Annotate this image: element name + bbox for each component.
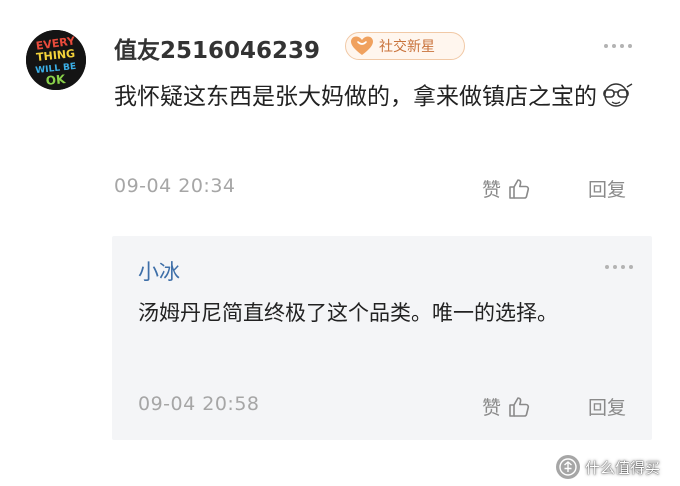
thumbs-up-icon: [509, 178, 530, 199]
avatar-line-4: OK: [45, 72, 67, 88]
avatar-image: EVERY THING WILL BE OK: [26, 30, 86, 90]
reply-reply-button[interactable]: 回复: [588, 393, 626, 420]
watermark-text: 什么值得买: [585, 458, 661, 477]
comment-more-icon[interactable]: [604, 44, 632, 48]
comment-reply-button[interactable]: 回复: [588, 175, 626, 202]
reply-like-button[interactable]: 赞: [482, 393, 531, 420]
badge-label: 社交新星: [379, 39, 435, 55]
thumbs-up-icon: [509, 396, 530, 417]
like-label: 赞: [482, 397, 502, 419]
sunglasses-emoji-icon: [603, 83, 633, 107]
watermark: 什么值得买: [556, 455, 660, 479]
reply-text: 汤姆丹尼简直终极了这个品类。唯一的选择。: [138, 301, 558, 325]
comment-username[interactable]: 值友2516046239: [114, 31, 320, 65]
reply-more-icon[interactable]: [605, 265, 633, 269]
comment-body: 我怀疑这东西是张大妈做的，拿来做镇店之宝的: [114, 76, 654, 119]
like-label: 赞: [482, 179, 502, 201]
comment-like-button[interactable]: 赞: [482, 175, 531, 202]
reply-username[interactable]: 小冰: [138, 256, 180, 286]
comment-timestamp: 09-04 20:34: [114, 175, 236, 197]
heart-icon: [351, 36, 373, 55]
user-avatar[interactable]: EVERY THING WILL BE OK: [26, 30, 86, 90]
smzdm-logo-icon: [556, 455, 580, 479]
comment-text: 我怀疑这东西是张大妈做的，拿来做镇店之宝的: [114, 84, 597, 110]
reply-timestamp: 09-04 20:58: [138, 393, 260, 415]
user-badge: 社交新星: [345, 32, 465, 60]
